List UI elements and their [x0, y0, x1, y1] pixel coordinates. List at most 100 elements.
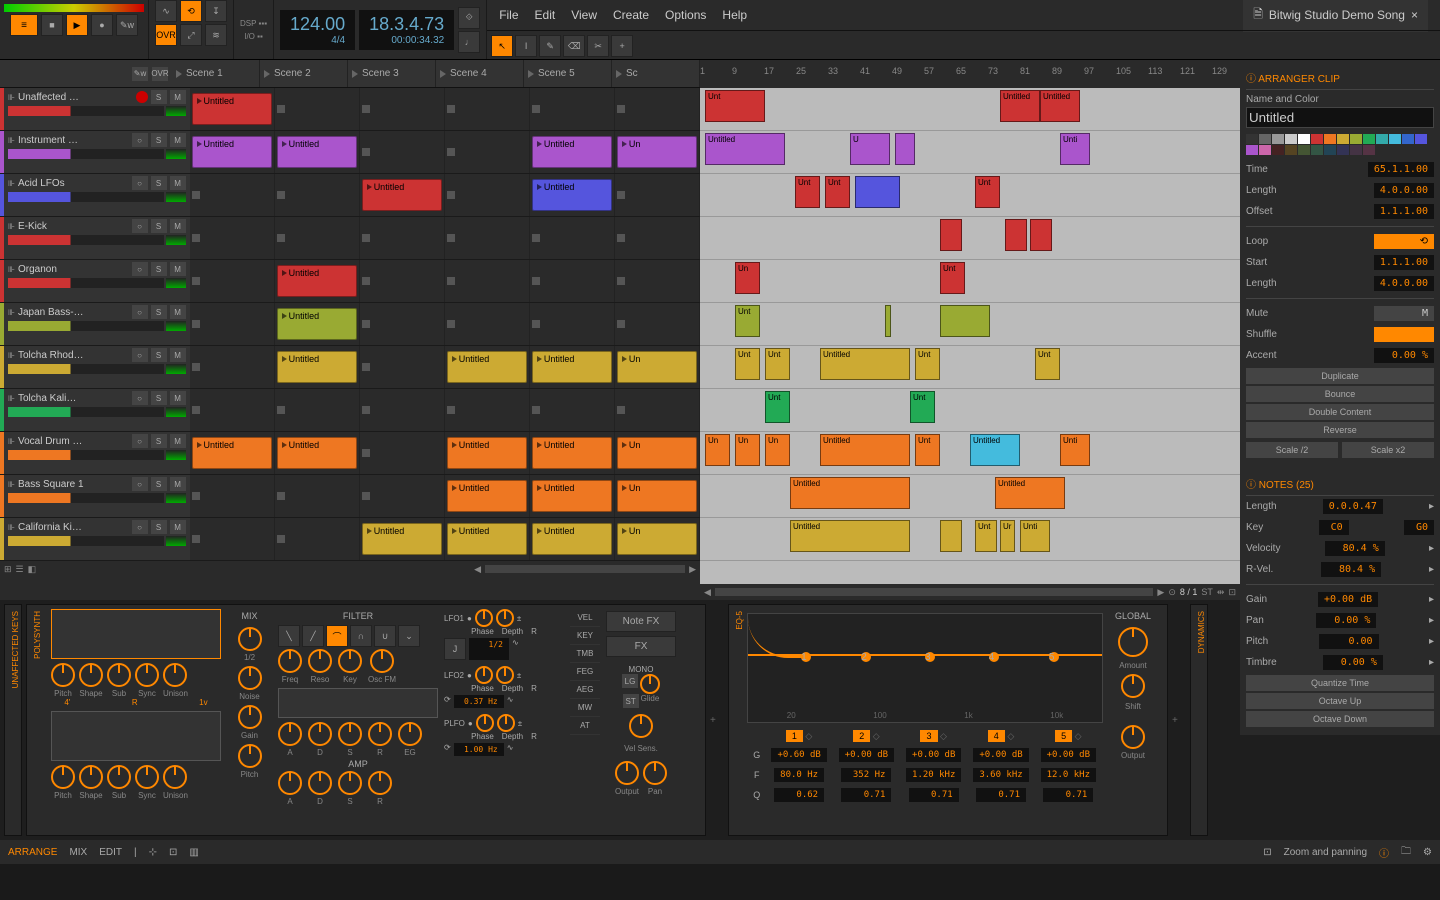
clip-slot[interactable]: Un: [615, 518, 700, 560]
clip-slot[interactable]: [445, 260, 530, 302]
erase-tool[interactable]: ⌫: [563, 35, 585, 57]
volume-slider[interactable]: [8, 278, 164, 288]
solo-button[interactable]: S: [151, 434, 167, 448]
play-button[interactable]: ▶: [66, 14, 88, 36]
mute-button[interactable]: M: [170, 391, 186, 405]
fill-button[interactable]: ⤢: [180, 24, 202, 46]
filter-type-button[interactable]: ╱: [302, 625, 324, 647]
arranger-clip[interactable]: [940, 219, 962, 251]
menu-create[interactable]: Create: [613, 8, 649, 22]
pan-knob[interactable]: [643, 761, 667, 785]
dashboard-button[interactable]: ≡: [10, 14, 38, 36]
color-swatch[interactable]: [1415, 134, 1427, 144]
color-swatch[interactable]: [1272, 145, 1284, 155]
mod-dest-aeg[interactable]: AEG: [570, 681, 600, 699]
zoom-fit-icon[interactable]: ⇹: [1217, 587, 1225, 598]
eq-g-value[interactable]: +0.00 dB: [906, 748, 961, 762]
position-display[interactable]: 18.3.4.73 00:00:34.32: [359, 10, 454, 50]
mute-button[interactable]: M: [170, 477, 186, 491]
eq-g-value[interactable]: +0.00 dB: [839, 748, 894, 762]
shape-knob[interactable]: [79, 663, 103, 687]
eq-q-value[interactable]: 0.71: [909, 788, 959, 802]
scene-header-cell[interactable]: Sc: [612, 60, 700, 87]
velsens-knob[interactable]: [629, 714, 653, 738]
add-tool[interactable]: +: [611, 35, 633, 57]
arranger-clip[interactable]: Unti: [1060, 133, 1090, 165]
filter-type-button[interactable]: ∩: [350, 625, 372, 647]
clip-slot[interactable]: [190, 303, 275, 345]
offset-value[interactable]: 1.1.1.00: [1374, 204, 1434, 219]
clip-slot[interactable]: Untitled: [530, 432, 615, 474]
tab-edit[interactable]: EDIT: [99, 847, 122, 858]
color-swatch[interactable]: [1285, 134, 1297, 144]
solo-button[interactable]: S: [151, 305, 167, 319]
clip-slot[interactable]: [615, 88, 700, 130]
color-swatch[interactable]: [1246, 134, 1258, 144]
clip-slot[interactable]: Untitled: [275, 131, 360, 173]
arrow-icon[interactable]: ▸: [1429, 543, 1434, 554]
mod-dest-vel[interactable]: VEL: [570, 609, 600, 627]
mute-button[interactable]: M: [170, 520, 186, 534]
solo-button[interactable]: S: [151, 391, 167, 405]
document-tab[interactable]: 🗎 Bitwig Studio Demo Song ×: [1243, 0, 1428, 32]
filter-type-button[interactable]: ⌒: [326, 625, 348, 647]
mod-dest-at[interactable]: AT: [570, 717, 600, 735]
osc fm-knob[interactable]: [370, 649, 394, 673]
clip-slot[interactable]: [445, 174, 530, 216]
inspector-action-button[interactable]: Reverse: [1246, 422, 1434, 438]
tab-mix[interactable]: MIX: [69, 847, 87, 858]
automation-write-button[interactable]: ✎w: [116, 14, 138, 36]
clip-slot[interactable]: [530, 260, 615, 302]
global-amount-knob[interactable]: [1118, 627, 1148, 657]
zoom-fit-icon[interactable]: ⊡: [1228, 587, 1236, 598]
solo-button[interactable]: S: [151, 219, 167, 233]
glide-knob[interactable]: [640, 674, 660, 694]
clip-slot[interactable]: Untitled: [530, 475, 615, 517]
scale-half-button[interactable]: Scale /2: [1246, 442, 1338, 458]
mute-button[interactable]: M: [1374, 306, 1434, 321]
groove-button[interactable]: ≋: [205, 24, 227, 46]
track-header[interactable]: ⊪Tolcha Rhod…○SM: [0, 346, 190, 388]
record-arm-button[interactable]: ○: [132, 133, 148, 147]
arranger-clip[interactable]: Unti: [1060, 434, 1090, 466]
wave-icon[interactable]: ∿: [507, 695, 514, 708]
eq-band-button[interactable]: 4: [988, 730, 1005, 742]
clip-slot[interactable]: Un: [615, 346, 700, 388]
menu-file[interactable]: File: [499, 8, 518, 22]
record-button[interactable]: ●: [91, 14, 113, 36]
view-icon[interactable]: ☰: [16, 564, 24, 575]
noise-knob[interactable]: [238, 666, 262, 690]
clip-slot[interactable]: [615, 174, 700, 216]
track-header[interactable]: ⊪Unaffected …SM: [0, 88, 190, 130]
osc-value[interactable]: 1v: [199, 698, 207, 707]
lfo2-phase-knob[interactable]: [475, 666, 493, 684]
clip-slot[interactable]: Untitled: [360, 518, 445, 560]
eq-f-value[interactable]: 3.60 kHz: [973, 768, 1028, 782]
record-arm-button[interactable]: ○: [132, 391, 148, 405]
zoom-value[interactable]: 8 / 1: [1180, 587, 1198, 597]
volume-slider[interactable]: [8, 493, 164, 503]
arranger-clip[interactable]: Unt: [940, 262, 965, 294]
a-knob[interactable]: [278, 771, 302, 795]
lfo1-rate[interactable]: 1/2: [469, 638, 509, 660]
clip-slot[interactable]: [275, 475, 360, 517]
add-device-icon[interactable]: +: [1172, 604, 1186, 836]
pen-tool[interactable]: ✎: [539, 35, 561, 57]
mod-dest-feg[interactable]: FEG: [570, 663, 600, 681]
solo-button[interactable]: S: [151, 262, 167, 276]
color-swatch[interactable]: [1350, 134, 1362, 144]
color-swatch[interactable]: [1246, 145, 1258, 155]
volume-slider[interactable]: [8, 149, 164, 159]
color-swatch[interactable]: [1389, 134, 1401, 144]
volume-slider[interactable]: [8, 321, 164, 331]
ovr-header[interactable]: OVR: [152, 67, 168, 81]
clip-slot[interactable]: [360, 303, 445, 345]
arranger-clip[interactable]: Unt: [1035, 348, 1060, 380]
volume-slider[interactable]: [8, 407, 164, 417]
record-arm-button[interactable]: ○: [132, 176, 148, 190]
tempo-display[interactable]: 124.00 4/4: [280, 10, 355, 50]
wave-icon[interactable]: ∿: [507, 743, 514, 756]
arranger-clip[interactable]: [885, 305, 891, 337]
arranger-clip[interactable]: Unt: [975, 176, 1000, 208]
clip-slot[interactable]: Untitled: [190, 88, 275, 130]
